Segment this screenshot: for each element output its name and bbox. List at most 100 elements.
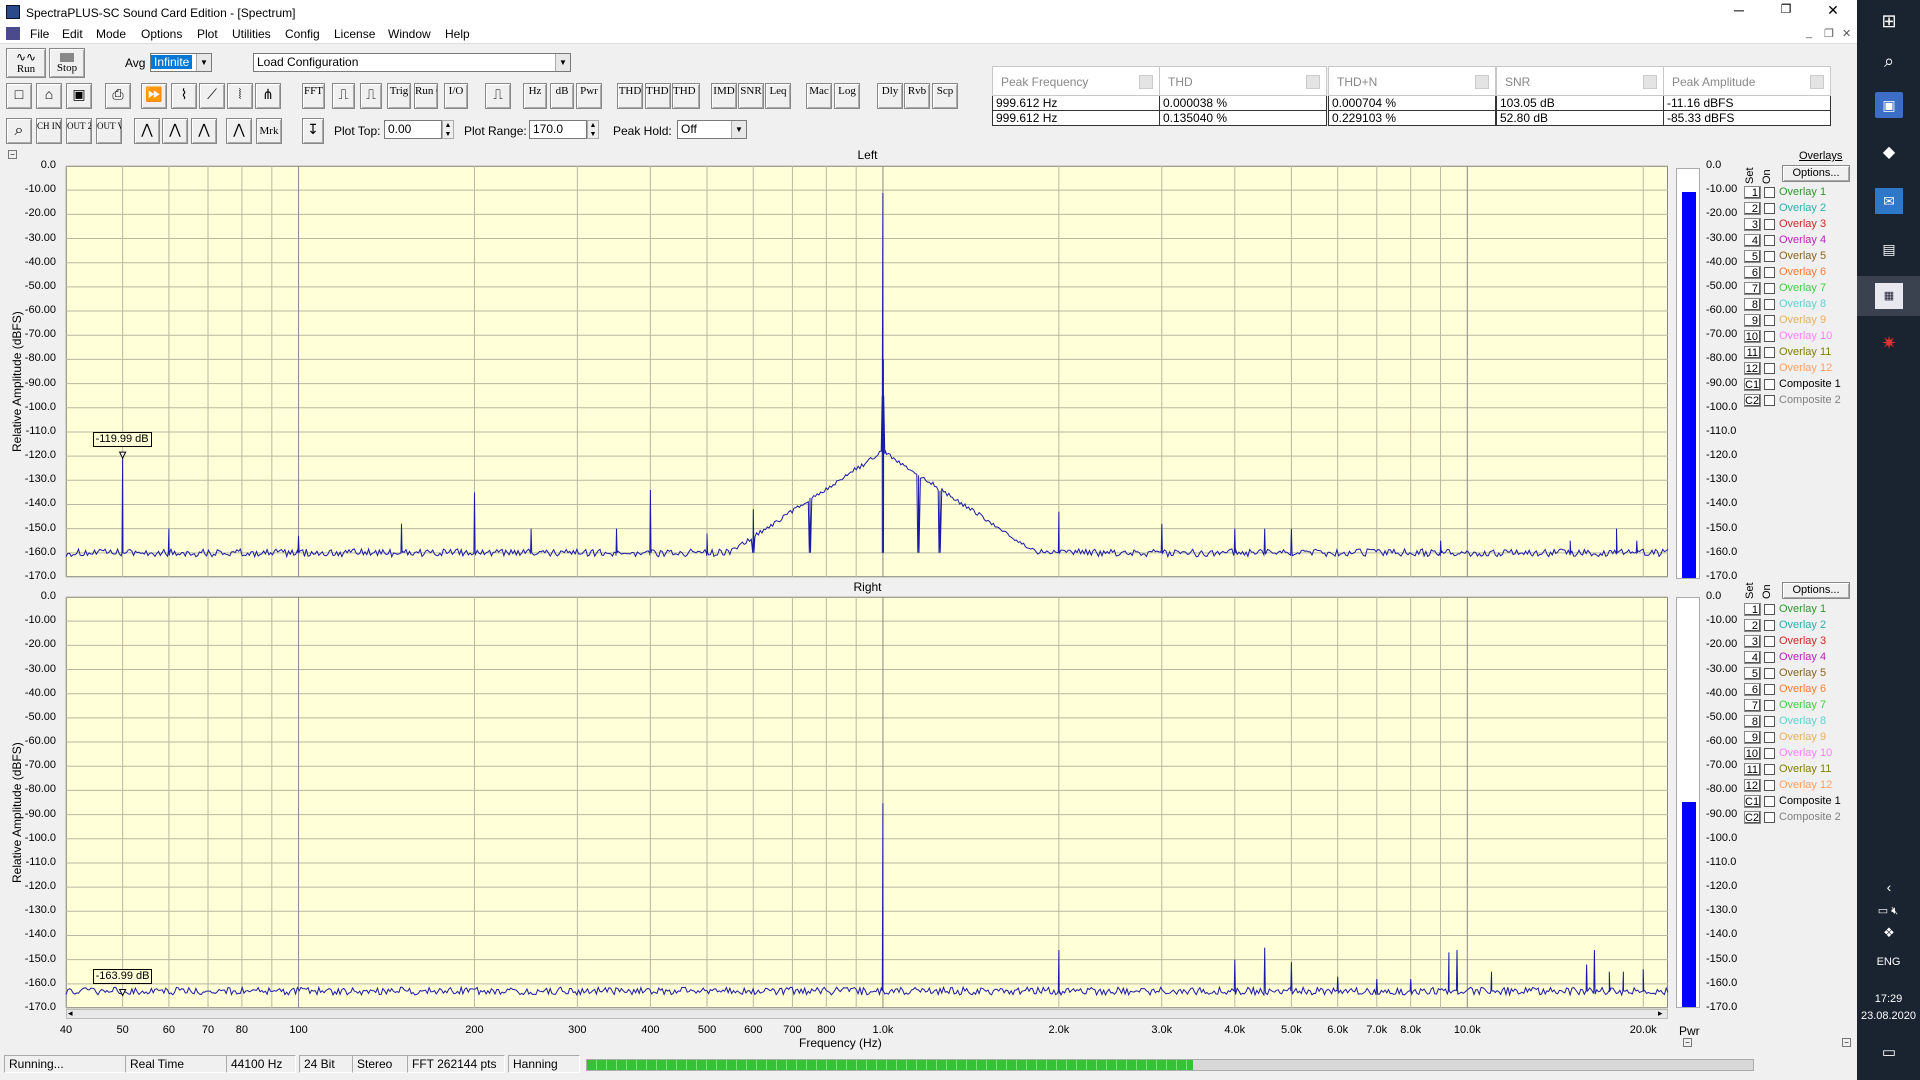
scope-button[interactable]: Scp: [932, 83, 958, 109]
overlay-set-button[interactable]: 8: [1744, 715, 1761, 728]
cursor-button[interactable]: ↧: [302, 118, 324, 144]
phase-icon[interactable]: ⦚: [227, 83, 253, 109]
freq-response-button[interactable]: ⎍: [332, 83, 355, 109]
mdi-close-button[interactable]: ✕: [1842, 27, 1851, 40]
overlay-on-checkbox[interactable]: [1764, 219, 1775, 230]
app-red-icon[interactable]: ✷: [1875, 330, 1903, 356]
notification-icon[interactable]: ▭: [1875, 1040, 1903, 1066]
imd-button[interactable]: IMD: [711, 83, 737, 109]
peak-hold-select[interactable]: Off ▼: [677, 120, 747, 139]
out-vol-button[interactable]: OUT Vol: [96, 118, 122, 144]
plot-top-spinner[interactable]: ▲ ▼: [442, 120, 454, 139]
dropbox-icon[interactable]: ❖: [1875, 920, 1903, 946]
hz-button[interactable]: Hz: [523, 83, 547, 109]
overlay-on-checkbox[interactable]: [1764, 331, 1775, 342]
out-2x-button[interactable]: OUT 2X: [66, 118, 92, 144]
db-button[interactable]: dB: [550, 83, 574, 109]
overlay-set-button[interactable]: 6: [1744, 266, 1761, 279]
right-plot-area[interactable]: [66, 597, 1668, 1008]
menu-plot[interactable]: Plot: [197, 27, 218, 41]
overlay-set-button[interactable]: 7: [1744, 699, 1761, 712]
minimize-button[interactable]: ─: [1724, 2, 1754, 18]
overlay-set-button[interactable]: 3: [1744, 635, 1761, 648]
scroll-right-icon[interactable]: ▸: [1658, 1008, 1663, 1019]
snr-button[interactable]: SNR: [738, 83, 764, 109]
overlay-set-button[interactable]: 1: [1744, 603, 1761, 616]
overlay-set-button[interactable]: 11: [1744, 763, 1761, 776]
overlay-set-button[interactable]: 2: [1744, 202, 1761, 215]
measure-settings-button[interactable]: [1139, 75, 1153, 89]
measure-settings-button[interactable]: [1306, 75, 1320, 89]
bars-icon-button[interactable]: ⋀: [191, 118, 217, 144]
thd-freq-button[interactable]: THD Freq: [672, 83, 700, 109]
left-plot-area[interactable]: [66, 166, 1668, 577]
overlay-on-checkbox[interactable]: [1764, 203, 1775, 214]
chevron-left-icon[interactable]: ‹: [1875, 874, 1903, 900]
overlay-on-checkbox[interactable]: [1764, 235, 1775, 246]
overlay-on-checkbox[interactable]: [1764, 780, 1775, 791]
menu-window[interactable]: Window: [388, 27, 431, 41]
overlay-on-checkbox[interactable]: [1764, 764, 1775, 775]
overlay-set-button[interactable]: C2: [1744, 811, 1761, 824]
spectrum-icon[interactable]: ⌇: [171, 83, 197, 109]
menu-utilities[interactable]: Utilities: [232, 27, 271, 41]
menu-file[interactable]: File: [30, 27, 49, 41]
overlay-on-checkbox[interactable]: [1764, 684, 1775, 695]
fast-forward-icon[interactable]: ⏩: [141, 83, 167, 109]
plot-range-input[interactable]: 170.0: [529, 120, 587, 139]
overlay-set-button[interactable]: 4: [1744, 234, 1761, 247]
sine-generator-button[interactable]: ⎍: [485, 83, 511, 109]
windows-start-icon[interactable]: ⊞: [1875, 8, 1903, 34]
close-button[interactable]: ✕: [1818, 2, 1848, 19]
marker-button[interactable]: Mrk: [256, 118, 282, 144]
overlay-on-checkbox[interactable]: [1764, 604, 1775, 615]
fft-button[interactable]: FFT: [302, 83, 325, 109]
3d-plot-icon[interactable]: ⋔: [255, 83, 281, 109]
overlay-set-button[interactable]: 11: [1744, 346, 1761, 359]
overlay-set-button[interactable]: 5: [1744, 667, 1761, 680]
collapse-box-icon[interactable]: −: [8, 150, 17, 159]
overlay-set-button[interactable]: 3: [1744, 218, 1761, 231]
phase-button[interactable]: ⎍: [360, 83, 382, 109]
mdi-restore-button[interactable]: ❐: [1824, 27, 1834, 40]
overlay-set-button[interactable]: 7: [1744, 282, 1761, 295]
stop-button[interactable]: Stop: [49, 48, 85, 78]
app-tablet-icon[interactable]: ◆: [1875, 140, 1903, 166]
overlay-on-checkbox[interactable]: [1764, 299, 1775, 310]
mdi-minimize-button[interactable]: _: [1806, 27, 1812, 39]
language-indicator[interactable]: ENG: [1857, 956, 1920, 968]
plot-range-spinner[interactable]: ▲ ▼: [587, 120, 599, 139]
overlay-set-button[interactable]: C2: [1744, 394, 1761, 407]
overlay-on-checkbox[interactable]: [1764, 379, 1775, 390]
overlay-set-button[interactable]: 5: [1744, 250, 1761, 263]
overlay-set-button[interactable]: 12: [1744, 779, 1761, 792]
right-overlay-options-button[interactable]: Options...: [1782, 582, 1850, 599]
menu-options[interactable]: Options: [141, 27, 182, 41]
io-button[interactable]: I/O: [444, 83, 468, 109]
peak-icon-button[interactable]: ⋀: [134, 118, 160, 144]
frequency-scrollbar[interactable]: [66, 1009, 1668, 1019]
overlay-on-checkbox[interactable]: [1764, 652, 1775, 663]
app-save-icon[interactable]: ▣: [1875, 92, 1903, 118]
overlay-on-checkbox[interactable]: [1764, 363, 1775, 374]
thdn-button[interactable]: THD +N: [645, 83, 671, 109]
app-notepad-icon[interactable]: ▤: [1875, 236, 1903, 262]
app-outlook-icon[interactable]: ✉: [1875, 188, 1903, 214]
overlay-on-checkbox[interactable]: [1764, 716, 1775, 727]
macro-button[interactable]: Mac: [806, 83, 832, 109]
overlay-set-button[interactable]: C1: [1744, 378, 1761, 391]
maximize-button[interactable]: ❐: [1771, 2, 1801, 16]
measure-settings-button[interactable]: [1475, 75, 1489, 89]
overlay-on-checkbox[interactable]: [1764, 620, 1775, 631]
overlay-set-button[interactable]: 10: [1744, 747, 1761, 760]
plot-top-input[interactable]: 0.00: [384, 120, 442, 139]
collapse-box-icon[interactable]: −: [1683, 1038, 1692, 1047]
overlay-on-checkbox[interactable]: [1764, 251, 1775, 262]
overlay-set-button[interactable]: 12: [1744, 362, 1761, 375]
overlay-set-button[interactable]: 1: [1744, 186, 1761, 199]
overlay-set-button[interactable]: 9: [1744, 731, 1761, 744]
overlay-set-button[interactable]: C1: [1744, 795, 1761, 808]
new-file-icon[interactable]: □: [6, 83, 32, 109]
open-file-icon[interactable]: ⌂: [36, 83, 62, 109]
overlay-set-button[interactable]: 4: [1744, 651, 1761, 664]
